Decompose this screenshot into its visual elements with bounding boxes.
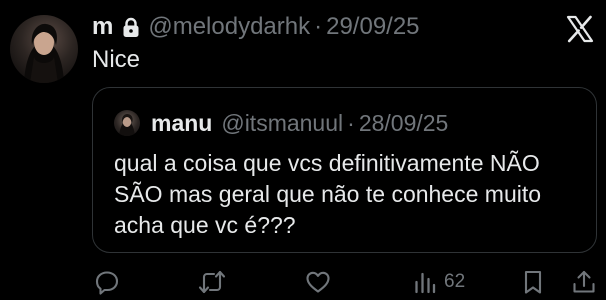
tweet-text: Nice: [92, 46, 141, 73]
quote-header-separator: ·: [347, 110, 355, 136]
retweet-icon: [198, 269, 226, 295]
quote-text: qual a coisa que vcs definitivamente NÃO…: [114, 150, 542, 238]
tweet-header: m @melodydarhk · 29/09/25: [92, 12, 420, 42]
quote-avatar[interactable]: [114, 110, 140, 136]
retweet-button[interactable]: [198, 268, 226, 296]
heart-icon: [305, 269, 331, 295]
lock-icon: [122, 17, 140, 38]
views-count: 62: [444, 271, 466, 292]
reply-icon: [94, 269, 120, 295]
quote-header: manu @itsmanuul · 28/09/25: [151, 108, 448, 138]
quote-date[interactable]: 28/09/25: [359, 108, 449, 138]
avatar[interactable]: [10, 15, 78, 83]
views-button[interactable]: 62: [414, 268, 465, 296]
tweet-date[interactable]: 29/09/25: [326, 12, 419, 42]
action-bar: 62: [0, 268, 606, 296]
author-name[interactable]: m: [92, 12, 113, 42]
header-separator: ·: [314, 13, 323, 40]
bookmark-icon: [521, 269, 545, 295]
tweet-card[interactable]: m @melodydarhk · 29/09/25 Nice manu @its…: [0, 0, 606, 300]
avatar-image: [24, 23, 64, 83]
share-button[interactable]: [571, 268, 597, 296]
quote-author-name[interactable]: manu: [151, 108, 212, 138]
like-button[interactable]: [305, 268, 331, 296]
bookmark-button[interactable]: [521, 268, 545, 296]
views-icon: [414, 269, 436, 295]
share-icon: [571, 269, 597, 295]
author-handle[interactable]: @melodydarhk: [148, 12, 310, 42]
x-logo: [566, 15, 594, 43]
quote-author-handle[interactable]: @itsmanuul: [221, 108, 343, 138]
quote-avatar-image: [119, 114, 135, 136]
reply-button[interactable]: [94, 268, 120, 296]
quoted-tweet[interactable]: manu @itsmanuul · 28/09/25 qual a coisa …: [92, 87, 597, 253]
